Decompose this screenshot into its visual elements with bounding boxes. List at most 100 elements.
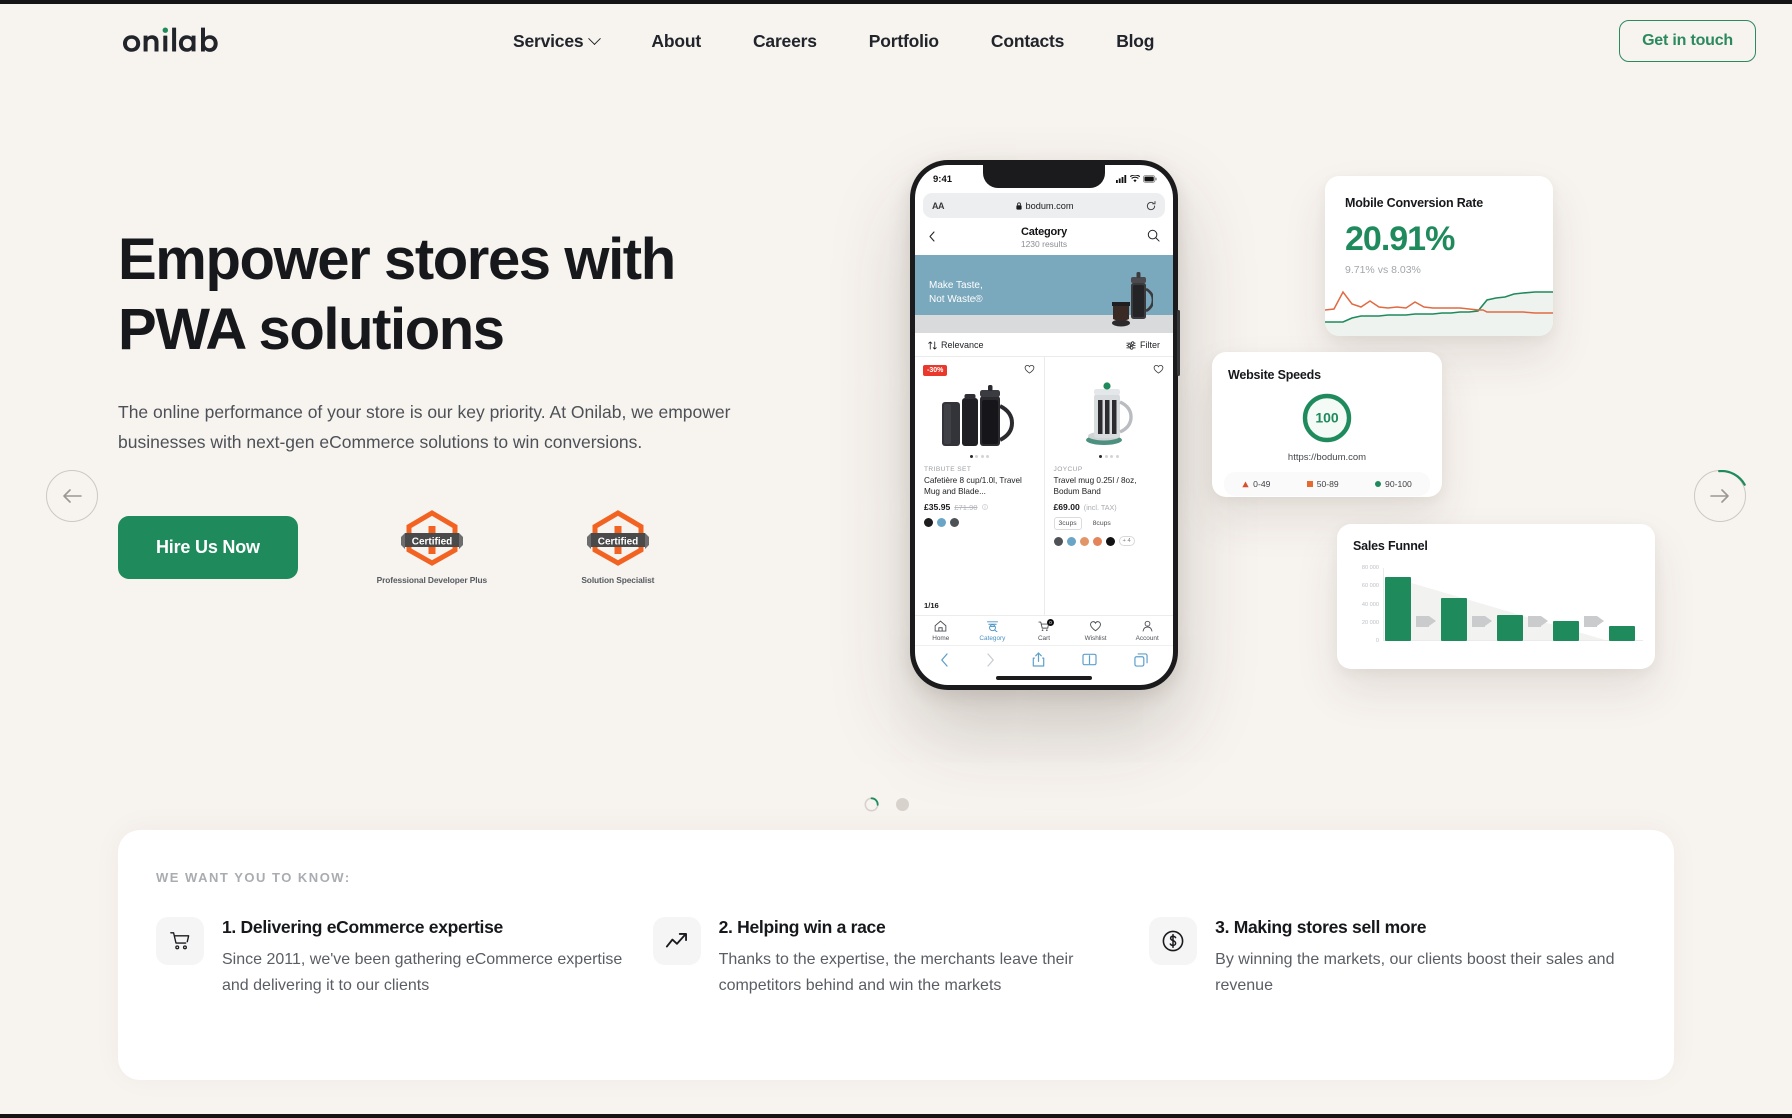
- product-image: [924, 378, 1035, 450]
- funnel-step: [1497, 568, 1523, 641]
- book-icon[interactable]: [1082, 653, 1097, 666]
- phone-notch: [983, 165, 1105, 188]
- product-card[interactable]: -30% TRIBUTE SET Cafetière 8 cup/1.0l, T…: [915, 357, 1044, 615]
- tab-wishlist[interactable]: Wishlist: [1070, 620, 1122, 642]
- speed-score-gauge-chart: 100: [1302, 393, 1352, 443]
- heart-icon[interactable]: [1024, 364, 1035, 374]
- banner-text: Make Taste, Not Waste®: [929, 279, 983, 307]
- panel-item-title: 2. Helping win a race: [718, 917, 886, 937]
- share-icon[interactable]: [1032, 652, 1045, 667]
- url-text: bodum.com: [944, 201, 1146, 211]
- size-option-8cups[interactable]: 8cups: [1088, 517, 1116, 530]
- swatch[interactable]: [924, 518, 933, 528]
- color-swatches: [924, 518, 1035, 528]
- category-results: 1230 results: [1020, 239, 1068, 249]
- lock-icon: [1016, 201, 1023, 210]
- product-card[interactable]: JOYCUP Travel mug 0.25l / 8oz, Bodum Ban…: [1043, 357, 1174, 615]
- card-title: Mobile Conversion Rate: [1345, 196, 1483, 210]
- banner-line-1: Make Taste,: [929, 280, 983, 291]
- search-icon[interactable]: [1147, 229, 1160, 242]
- speed-legend: 0-49 50-89 90-100: [1224, 472, 1430, 496]
- onilab-logo[interactable]: [118, 24, 222, 58]
- nav-item-contacts[interactable]: Contacts: [991, 31, 1064, 52]
- panel-item-title: 1. Delivering eCommerce expertise: [222, 917, 503, 937]
- text-size-icon[interactable]: AA: [932, 201, 945, 211]
- nav-item-portfolio[interactable]: Portfolio: [869, 31, 939, 52]
- badge-professional-developer-plus: Certified Professional Developer Plus: [374, 509, 490, 585]
- swatch[interactable]: [1079, 536, 1089, 546]
- hire-us-now-button[interactable]: Hire Us Now: [118, 515, 298, 579]
- hero-title-line-2: PWA solutions: [118, 297, 505, 363]
- speed-gauge: 100: [1228, 391, 1426, 445]
- carousel-next-button[interactable]: [1693, 469, 1749, 525]
- swatch-more[interactable]: + 4: [1118, 536, 1135, 547]
- battery-icon: [1143, 175, 1157, 183]
- nav-item-about[interactable]: About: [651, 31, 701, 52]
- swatch[interactable]: [950, 518, 959, 528]
- info-icon[interactable]: [981, 504, 988, 510]
- panel-item-making-stores-sell-more: 3. Making stores sell more By winning th…: [1149, 917, 1636, 999]
- phone-mockup: 9:41 AA bodum.com Category 1230 results …: [910, 160, 1180, 690]
- browser-url-bar[interactable]: AA bodum.com: [923, 193, 1165, 218]
- panel-item-helping-win-a-race: 2. Helping win a race Thanks to the expe…: [652, 917, 1150, 999]
- product-price: £35.95 £71.90: [924, 502, 1035, 512]
- status-time: 9:41: [933, 173, 953, 185]
- chevron-left-icon[interactable]: [940, 652, 949, 667]
- carousel-prev-button[interactable]: [46, 470, 98, 522]
- swatch[interactable]: [1105, 536, 1115, 546]
- tab-cart[interactable]: 0 Cart: [1018, 619, 1070, 642]
- funnel-step: [1385, 568, 1411, 641]
- chevron-left-icon[interactable]: [929, 231, 935, 242]
- arrow-left-icon: [63, 489, 82, 503]
- funnel-step: [1441, 568, 1467, 641]
- sort-control[interactable]: Relevance: [928, 340, 984, 350]
- panel-kicker: WE WANT YOU TO KNOW:: [156, 870, 351, 885]
- y-tick-label: 80 000: [1361, 565, 1379, 571]
- tab-category[interactable]: Category: [967, 620, 1019, 642]
- svg-text:Certified: Certified: [412, 536, 453, 547]
- tab-label: Account: [1135, 635, 1159, 642]
- heart-icon[interactable]: [1153, 364, 1164, 374]
- carousel-dot-1[interactable]: [864, 797, 879, 812]
- mobile-conversion-rate-card: Mobile Conversion Rate 20.91% 9.71% vs 8…: [1325, 176, 1553, 336]
- nav-item-blog[interactable]: Blog: [1116, 31, 1154, 52]
- cart-icon: [170, 932, 190, 950]
- nav-label: About: [651, 30, 701, 51]
- sales-funnel-chart: 80 000 60 000 40 000 20 000 0: [1351, 565, 1643, 657]
- funnel-bar: [1609, 626, 1635, 641]
- tab-home[interactable]: Home: [915, 620, 967, 642]
- home-icon: [934, 620, 947, 632]
- swatch[interactable]: [1053, 536, 1063, 546]
- filter-control[interactable]: Filter: [1126, 340, 1160, 350]
- icon-container: [1149, 917, 1198, 965]
- panel-item-description: Thanks to the expertise, the merchants l…: [718, 951, 1074, 994]
- phone-screen: 9:41 AA bodum.com Category 1230 results …: [915, 165, 1173, 685]
- cart-badge: 0: [1046, 619, 1054, 626]
- magento-certified-icon: Certified: [586, 509, 649, 566]
- tabs-icon[interactable]: [1134, 652, 1149, 667]
- circle-icon: [1375, 481, 1382, 487]
- nav-label: Portfolio: [868, 30, 939, 51]
- swatch[interactable]: [1066, 536, 1076, 546]
- swatch[interactable]: [1092, 536, 1102, 546]
- product-price: £69.00 (incl. TAX): [1054, 502, 1165, 512]
- legend-label: 50-89: [1316, 479, 1339, 489]
- swatch[interactable]: [937, 518, 946, 528]
- hero-content: Empower stores with PWA solutions The on…: [118, 225, 818, 585]
- get-in-touch-button[interactable]: Get in touch: [1619, 20, 1756, 62]
- size-option-3cups[interactable]: 3cups: [1053, 517, 1082, 531]
- nav-item-services[interactable]: Services: [513, 31, 602, 52]
- carousel-dot-progress-icon: [864, 797, 879, 812]
- legend-item-50-89: 50-89: [1306, 479, 1339, 489]
- product-grid: -30% TRIBUTE SET Cafetière 8 cup/1.0l, T…: [915, 356, 1173, 615]
- promo-banner[interactable]: Make Taste, Not Waste®: [915, 255, 1173, 333]
- nav-item-careers[interactable]: Careers: [753, 31, 817, 52]
- nav-label: Blog: [1116, 30, 1155, 51]
- tab-label: Wishlist: [1084, 635, 1107, 642]
- certification-badges: Certified Professional Developer Plus Ce…: [374, 509, 676, 585]
- carousel-dot-2[interactable]: [896, 798, 909, 811]
- chevron-right-icon[interactable]: [986, 652, 995, 667]
- tab-account[interactable]: Account: [1121, 620, 1173, 642]
- funnel-step: [1609, 568, 1635, 641]
- legend-label: 90-100: [1385, 479, 1412, 489]
